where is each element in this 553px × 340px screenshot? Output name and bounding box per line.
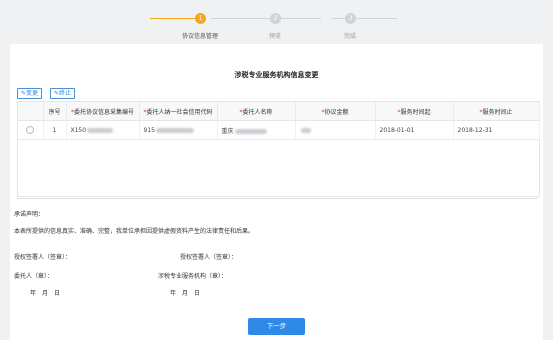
redacted-text xyxy=(300,127,311,133)
row-credit-code: 915 xyxy=(139,120,218,140)
date-right: 年 月 日 xyxy=(170,290,201,297)
statement-text: 本表所提供的信息真实、准确、完整，我单位承担因提供虚假资料产生的法律责任和后果。 xyxy=(14,228,255,235)
table-row[interactable]: 1 X150 915 重庆 2018-01-01 2018-12-31 xyxy=(18,120,540,140)
signer-left-label: 授权签署人（签章）： xyxy=(14,254,72,261)
progress-stepper: 1 2 3 协议信息管理 预览 完成 xyxy=(0,0,553,42)
col-end: *服务时间止 xyxy=(453,102,540,121)
stop-button[interactable]: ✎终止 xyxy=(50,88,76,99)
col-index: 序号 xyxy=(43,102,67,121)
page-title: 涉税专业服务机构信息变更 xyxy=(234,71,319,79)
step-3-label: 完成 xyxy=(343,33,356,40)
step-2-label: 预览 xyxy=(268,33,281,40)
row-index: 1 xyxy=(43,120,67,140)
stepper-line-1 xyxy=(150,18,200,19)
stepper-line-2 xyxy=(211,18,321,19)
row-agreement-no: X150 xyxy=(66,120,140,140)
change-button-label: 变更 xyxy=(26,90,39,97)
date-left: 年 月 日 xyxy=(30,290,61,297)
agreement-table: 序号 *委托协议信息采集编号 *委托人纳一社会信用代码 *委托人名称 *协议金额… xyxy=(17,101,540,197)
col-agreement-no: *委托协议信息采集编号 xyxy=(66,102,140,121)
col-start: *服务时间起 xyxy=(375,102,454,121)
row-radio-cell[interactable] xyxy=(18,120,44,140)
row-radio[interactable] xyxy=(26,126,35,134)
col-client-name: *委托人名称 xyxy=(217,102,296,121)
agency-seal-label: 涉税专业服务机构（章）： xyxy=(158,273,228,280)
step-2-dot: 2 xyxy=(270,13,281,24)
section-divider xyxy=(17,198,538,199)
redacted-text xyxy=(155,127,194,133)
row-start: 2018-01-01 xyxy=(375,120,454,140)
col-credit-code: *委托人纳一社会信用代码 xyxy=(139,102,218,121)
row-amount xyxy=(295,120,376,140)
client-seal-label: 委托人（章）： xyxy=(14,273,54,280)
step-1-dot: 1 xyxy=(195,13,206,24)
redacted-text xyxy=(234,128,267,134)
redacted-text xyxy=(87,127,114,133)
next-step-button[interactable]: 下一步 xyxy=(248,318,305,335)
change-button[interactable]: ✎变更 xyxy=(17,88,43,99)
statement-title: 承诺声明： xyxy=(14,211,45,218)
signer-right-label: 授权签署人（签章）： xyxy=(180,254,238,261)
step-3-dot: 3 xyxy=(345,13,356,24)
stepper-line-3 xyxy=(332,18,397,19)
step-1-label: 协议信息管理 xyxy=(181,33,218,40)
row-end: 2018-12-31 xyxy=(453,120,540,140)
col-select xyxy=(18,102,44,121)
col-amount: *协议金额 xyxy=(295,102,376,121)
row-client-name: 重庆 xyxy=(217,120,296,140)
table-header-row: 序号 *委托协议信息采集编号 *委托人纳一社会信用代码 *委托人名称 *协议金额… xyxy=(18,102,540,121)
main-panel: 涉税专业服务机构信息变更 ✎变更 ✎终止 序号 *委托协议信息采集编号 *委托人… xyxy=(10,44,543,340)
stop-button-label: 终止 xyxy=(59,90,72,97)
